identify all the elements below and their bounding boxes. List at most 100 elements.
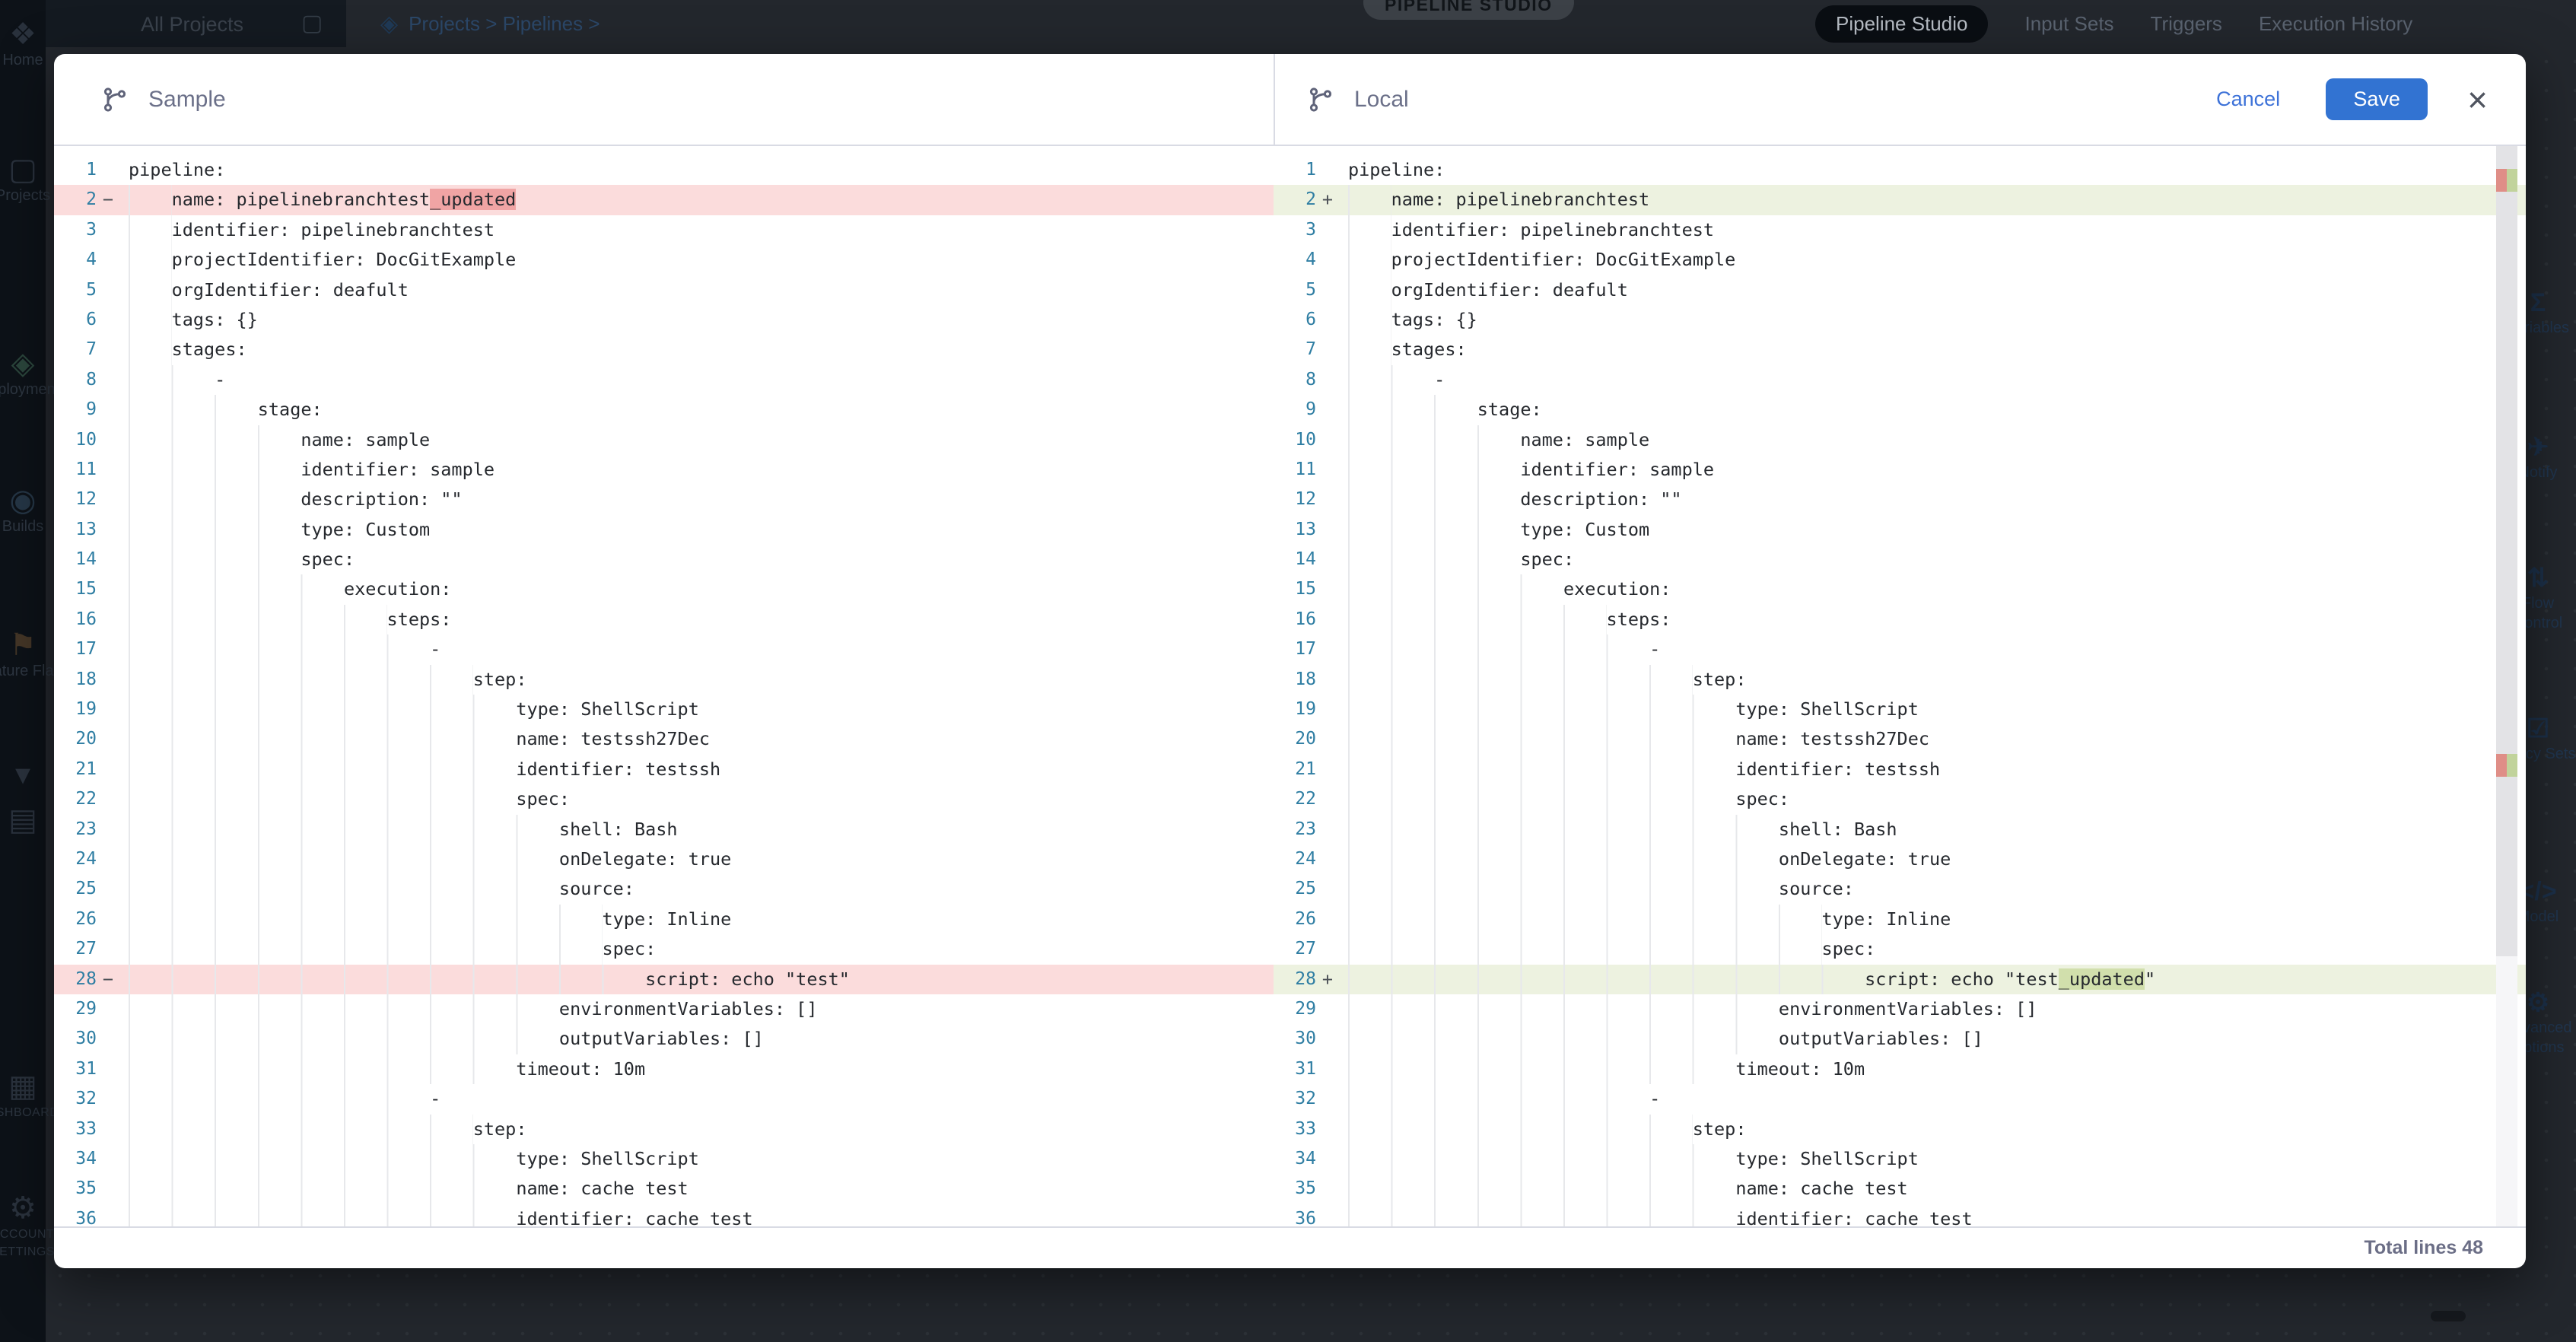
line-content: spec: (1339, 934, 2526, 964)
line-number: 7 (54, 335, 97, 364)
line-content: - (1339, 365, 2526, 395)
diff-sign (1316, 815, 1339, 844)
save-button[interactable]: Save (2326, 78, 2428, 120)
diff-sign (1316, 784, 1339, 814)
diff-sign (97, 245, 119, 275)
indent-guides (129, 1084, 430, 1114)
indent-guides (1348, 1174, 1735, 1204)
close-icon[interactable]: × (2463, 81, 2492, 118)
studio-tabs: Pipeline Studio Input Sets Triggers Executi… (1815, 6, 2412, 41)
line-number: 6 (54, 305, 97, 335)
sidebar-item-menu-grid-icon[interactable]: ▤ (0, 803, 46, 838)
sidebar-item-dashboards[interactable]: ▦DASHBOARDS (0, 1069, 46, 1121)
ruler-diff-marker (2496, 169, 2517, 192)
line-number: 23 (54, 815, 97, 844)
line-content: - (119, 365, 1274, 395)
line-content: identifier: sample (1339, 455, 2526, 485)
line-number: 35 (54, 1174, 97, 1204)
line-number: 14 (1274, 545, 1316, 574)
breadcrumb[interactable]: ◈ Projects > Pipelines > (380, 0, 600, 47)
diff-sign (1316, 275, 1339, 305)
line-content: timeout: 10m (1339, 1054, 2526, 1084)
sidebar-item-deployments[interactable]: ◈Deployments (0, 346, 46, 399)
code-line: 8- (54, 365, 1274, 395)
indent-guides (1348, 545, 1520, 574)
indent-guides (1348, 994, 1779, 1024)
line-number: 22 (54, 784, 97, 814)
code-line: 33step: (1274, 1115, 2526, 1144)
indent-guides (1348, 515, 1520, 545)
line-number: 26 (1274, 905, 1316, 934)
diff-sign (1316, 724, 1339, 754)
code-line: 19type: ShellScript (54, 695, 1274, 724)
code-line: 22spec: (54, 784, 1274, 814)
diff-sign (97, 395, 119, 425)
line-number: 25 (1274, 874, 1316, 904)
indent-guides (129, 335, 172, 364)
line-number: 25 (54, 874, 97, 904)
line-content: identifier: pipelinebranchtest (119, 215, 1274, 245)
line-number: 16 (1274, 605, 1316, 634)
line-content: spec: (119, 934, 1274, 964)
line-number: 28 (1274, 965, 1316, 994)
line-number: 19 (1274, 695, 1316, 724)
line-number: 7 (1274, 335, 1316, 364)
indent-guides (129, 605, 387, 634)
diff-sign (1316, 545, 1339, 574)
ruler-diff-marker (2496, 754, 2517, 777)
builds-icon: ◉ (0, 483, 46, 518)
overview-ruler[interactable] (2496, 146, 2517, 1226)
diff-sign (1316, 695, 1339, 724)
sidebar-item-builds[interactable]: ◉Builds (0, 483, 46, 536)
sidebar-item-chevron-down-icon[interactable]: ▾ (0, 757, 46, 792)
indent-guides (1348, 1084, 1649, 1114)
line-content: identifier: cache_test (119, 1204, 1274, 1226)
line-number: 17 (54, 634, 97, 664)
sidebar-item-account[interactable]: ⚙ACCOUNT SETTINGS (0, 1191, 46, 1261)
tab-triggers[interactable]: Triggers (2151, 12, 2222, 36)
projects-icon: ▢ (0, 152, 46, 187)
cancel-button[interactable]: Cancel (2212, 87, 2285, 112)
tab-input-sets[interactable]: Input Sets (2024, 12, 2113, 36)
line-number: 12 (54, 485, 97, 514)
line-content: outputVariables: [] (1339, 1024, 2526, 1054)
sidebar-item-home[interactable]: ❖Home (0, 17, 46, 69)
home-icon: ❖ (0, 17, 46, 52)
code-line: 8- (1274, 365, 2526, 395)
code-line: 30outputVariables: [] (54, 1024, 1274, 1054)
line-number: 33 (1274, 1115, 1316, 1144)
diff-sign: − (97, 185, 119, 215)
project-selector[interactable]: All Projects ▢ (46, 0, 346, 47)
line-content: onDelegate: true (119, 844, 1274, 874)
indent-guides (1348, 1054, 1735, 1084)
line-number: 18 (1274, 665, 1316, 695)
line-content: name: testssh27Dec (119, 724, 1274, 754)
line-content: steps: (119, 605, 1274, 634)
diff-sign (97, 605, 119, 634)
line-content: name: testssh27Dec (1339, 724, 2526, 754)
sidebar-item-feature[interactable]: ⚑Feature Flags (0, 628, 46, 680)
line-content: orgIdentifier: deafult (119, 275, 1274, 305)
line-number: 10 (1274, 425, 1316, 455)
line-number: 34 (1274, 1144, 1316, 1174)
indent-guides (1348, 305, 1391, 335)
line-number: 2 (54, 185, 97, 215)
diff-sign (97, 634, 119, 664)
code-line: 31timeout: 10m (54, 1054, 1274, 1084)
tab-pipeline-studio[interactable]: Pipeline Studio (1815, 5, 1988, 43)
line-content: name: cache test (119, 1174, 1274, 1204)
sidebar-item-projects[interactable]: ▢Projects (0, 152, 46, 205)
canvas-zoom-handle[interactable] (2431, 1311, 2466, 1321)
code-line: 15execution: (54, 574, 1274, 604)
line-number: 35 (1274, 1174, 1316, 1204)
code-line: 30outputVariables: [] (1274, 1024, 2526, 1054)
diff-sign (97, 755, 119, 784)
line-content: source: (1339, 874, 2526, 904)
tab-execution-history[interactable]: Execution History (2259, 12, 2412, 36)
line-content: identifier: sample (119, 455, 1274, 485)
indent-guides (1348, 455, 1520, 485)
line-content: identifier: testssh (1339, 755, 2526, 784)
line-content: type: Inline (119, 905, 1274, 934)
indent-guides (129, 425, 301, 455)
indent-guides (129, 994, 559, 1024)
